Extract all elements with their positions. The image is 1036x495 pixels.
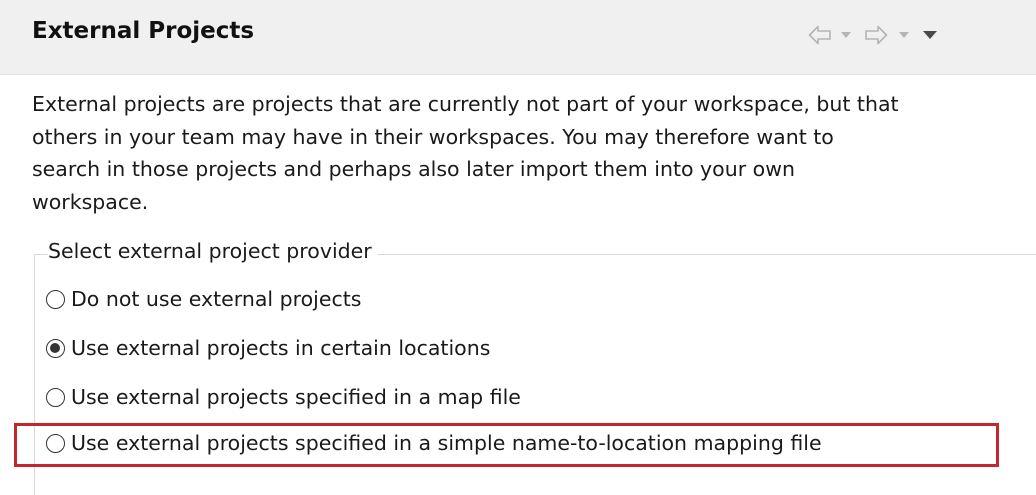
provider-group-legend: Select external project provider bbox=[48, 236, 378, 266]
radio-button-icon[interactable] bbox=[46, 289, 65, 309]
forward-arrow-icon[interactable] bbox=[864, 22, 888, 48]
back-menu-chevron-down-icon[interactable] bbox=[840, 22, 852, 48]
highlight-annotation-box bbox=[14, 423, 999, 467]
radio-option-certain-locations[interactable]: Use external projects in certain locatio… bbox=[46, 332, 490, 364]
page-description: External projects are projects that are … bbox=[32, 92, 899, 214]
radio-button-selected-icon[interactable] bbox=[46, 338, 65, 358]
radio-label: Use external projects specified in a map… bbox=[71, 385, 521, 409]
back-arrow-icon[interactable] bbox=[808, 22, 832, 48]
radio-option-map-file[interactable]: Use external projects specified in a map… bbox=[46, 381, 521, 413]
header-separator bbox=[0, 74, 1036, 75]
radio-option-no-external-projects[interactable]: Do not use external projects bbox=[46, 283, 361, 315]
view-header: External Projects bbox=[0, 0, 1036, 74]
radio-button-icon[interactable] bbox=[46, 387, 65, 407]
page-title: External Projects bbox=[32, 18, 255, 44]
forward-menu-chevron-down-icon[interactable] bbox=[898, 22, 910, 48]
radio-label: Use external projects in certain locatio… bbox=[71, 336, 491, 360]
radio-label: Do not use external projects bbox=[71, 287, 362, 311]
view-menu-icon[interactable] bbox=[922, 22, 938, 48]
